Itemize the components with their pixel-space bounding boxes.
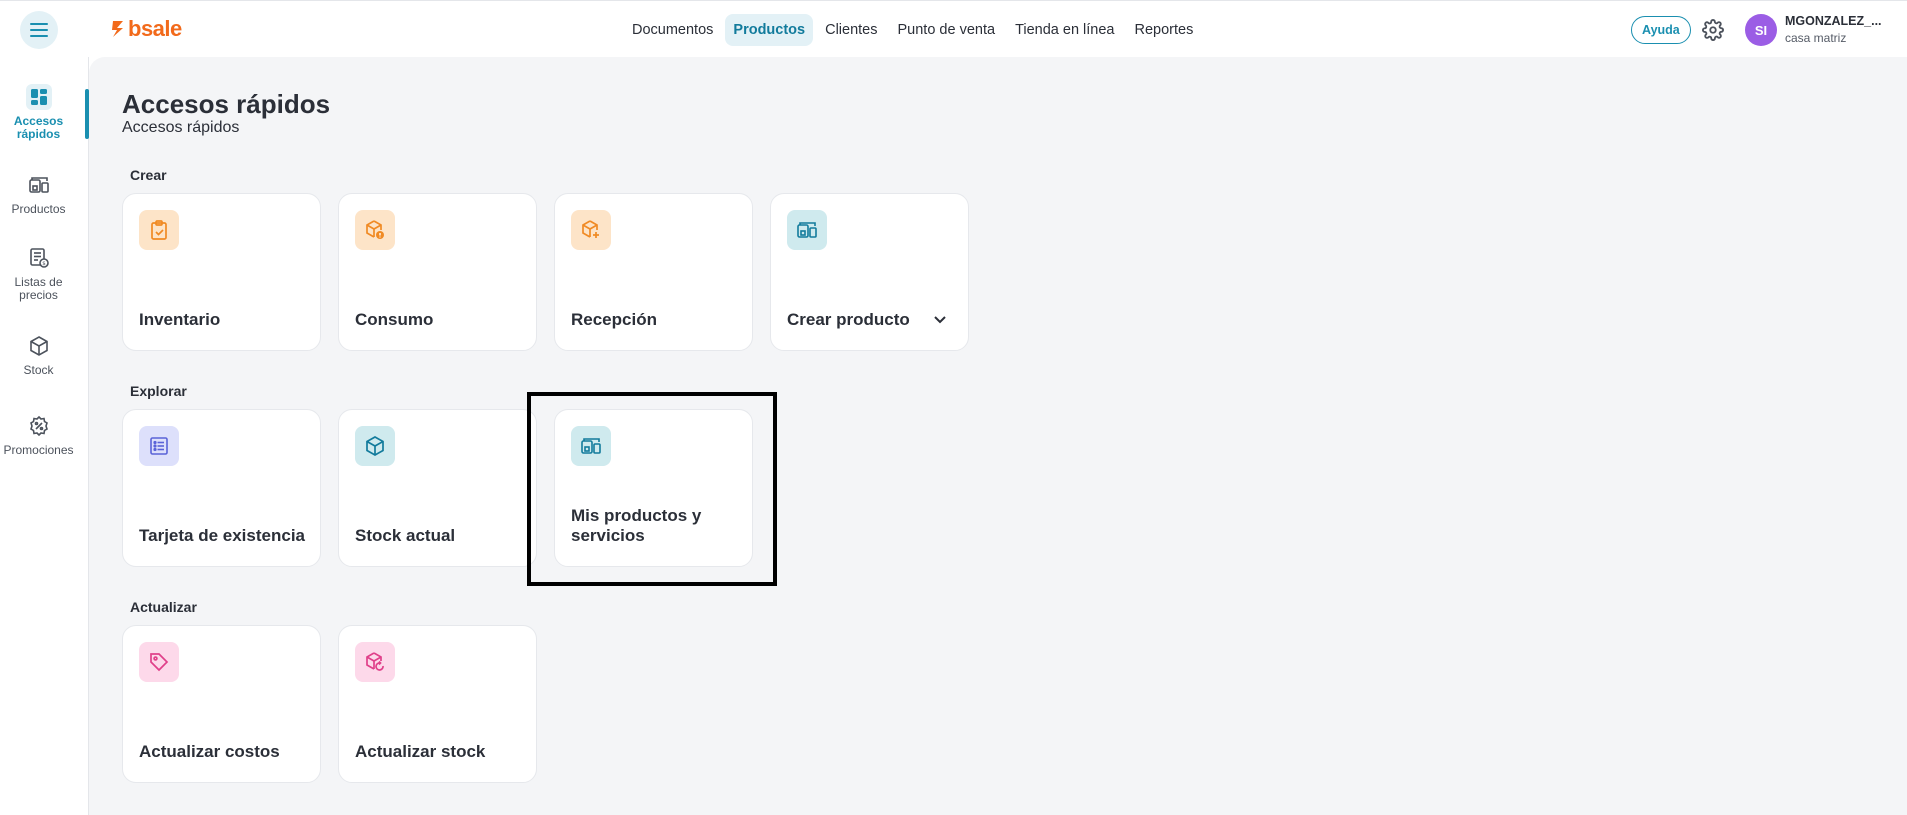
main-content: Accesos rápidos Accesos rápidos Crear In… — [89, 57, 1907, 815]
settings-button[interactable] — [1700, 17, 1726, 43]
card-title: Recepción — [571, 310, 657, 329]
sidebar-item-accesos-rapidos[interactable]: Accesos rápidos — [0, 84, 77, 141]
box-icon — [355, 426, 395, 466]
help-button[interactable]: Ayuda — [1631, 16, 1691, 44]
clipboard-check-icon — [139, 210, 179, 250]
hamburger-menu-button[interactable] — [20, 11, 58, 49]
section-label-explorar: Explorar — [130, 383, 187, 399]
products-icon — [787, 210, 827, 250]
sidebar: Accesos rápidos Productos $ Listas de pr… — [0, 57, 89, 815]
box-plus-icon — [571, 210, 611, 250]
sidebar-item-label: Listas de precios — [14, 275, 63, 302]
card-title: Crear producto — [787, 310, 910, 329]
page-title: Accesos rápidos — [122, 89, 331, 119]
nav-documentos[interactable]: Documentos — [624, 14, 721, 46]
user-name[interactable]: MGONZALEZ_... — [1785, 14, 1882, 28]
tag-icon — [139, 642, 179, 682]
nav-reportes[interactable]: Reportes — [1127, 14, 1202, 46]
bsale-logo[interactable]: bsale — [111, 16, 182, 42]
sidebar-item-stock[interactable]: Stock — [0, 333, 77, 377]
sidebar-item-listas-de-precios[interactable]: $ Listas de precios — [0, 245, 77, 302]
card-title: Actualizar stock — [355, 742, 486, 761]
chevron-down-icon[interactable] — [932, 312, 948, 328]
nav-productos[interactable]: Productos — [725, 14, 814, 46]
box-alert-icon — [355, 210, 395, 250]
promo-icon — [26, 413, 52, 439]
card-title: Consumo — [355, 310, 434, 329]
sidebar-item-promociones[interactable]: Promociones — [0, 413, 77, 457]
gear-icon — [1702, 19, 1724, 41]
box-refresh-icon — [355, 642, 395, 682]
card-title: Stock actual — [355, 526, 456, 545]
logo-text: bsale — [128, 16, 182, 41]
top-bar: bsale Documentos Productos Clientes Punt… — [0, 0, 1907, 57]
card-actualizar-costos[interactable]: Actualizar costos — [122, 625, 321, 783]
card-inventario[interactable]: Inventario — [122, 193, 321, 351]
selection-highlight — [527, 392, 777, 586]
section-label-crear: Crear — [130, 167, 167, 183]
card-actualizar-stock[interactable]: Actualizar stock — [338, 625, 537, 783]
card-title: Inventario — [139, 310, 221, 329]
card-crear-producto[interactable]: Crear producto — [770, 193, 969, 351]
products-icon — [26, 172, 52, 198]
sidebar-item-productos[interactable]: Productos — [0, 172, 77, 216]
sidebar-item-label: Accesos rápidos — [13, 114, 64, 141]
card-recepcion[interactable]: Recepción — [554, 193, 753, 351]
section-label-actualizar: Actualizar — [130, 599, 197, 615]
nav-tienda-en-linea[interactable]: Tienda en línea — [1007, 14, 1122, 46]
avatar[interactable]: SI — [1745, 14, 1777, 46]
list-card-icon — [139, 426, 179, 466]
bsale-logo-icon — [112, 21, 123, 37]
card-stock-actual[interactable]: Stock actual — [338, 409, 537, 567]
nav-clientes[interactable]: Clientes — [817, 14, 885, 46]
page-subtitle: Accesos rápidos — [122, 119, 240, 136]
svg-text:$: $ — [42, 261, 46, 267]
user-branch: casa matriz — [1785, 31, 1847, 45]
card-title: Actualizar costos — [139, 742, 280, 761]
dashboard-icon — [25, 84, 52, 110]
card-tarjeta-de-existencia[interactable]: Tarjeta de existencia — [122, 409, 321, 567]
main-nav: Documentos Productos Clientes Punto de v… — [624, 14, 1205, 46]
price-list-icon: $ — [26, 245, 52, 271]
sidebar-item-label: Stock — [23, 363, 54, 377]
card-title: Tarjeta de existencia — [139, 526, 305, 545]
card-consumo[interactable]: Consumo — [338, 193, 537, 351]
hamburger-icon — [30, 23, 48, 37]
box-icon — [26, 333, 52, 359]
sidebar-item-label: Promociones — [3, 443, 74, 457]
nav-punto-de-venta[interactable]: Punto de venta — [890, 14, 1004, 46]
sidebar-item-label: Productos — [11, 202, 66, 216]
